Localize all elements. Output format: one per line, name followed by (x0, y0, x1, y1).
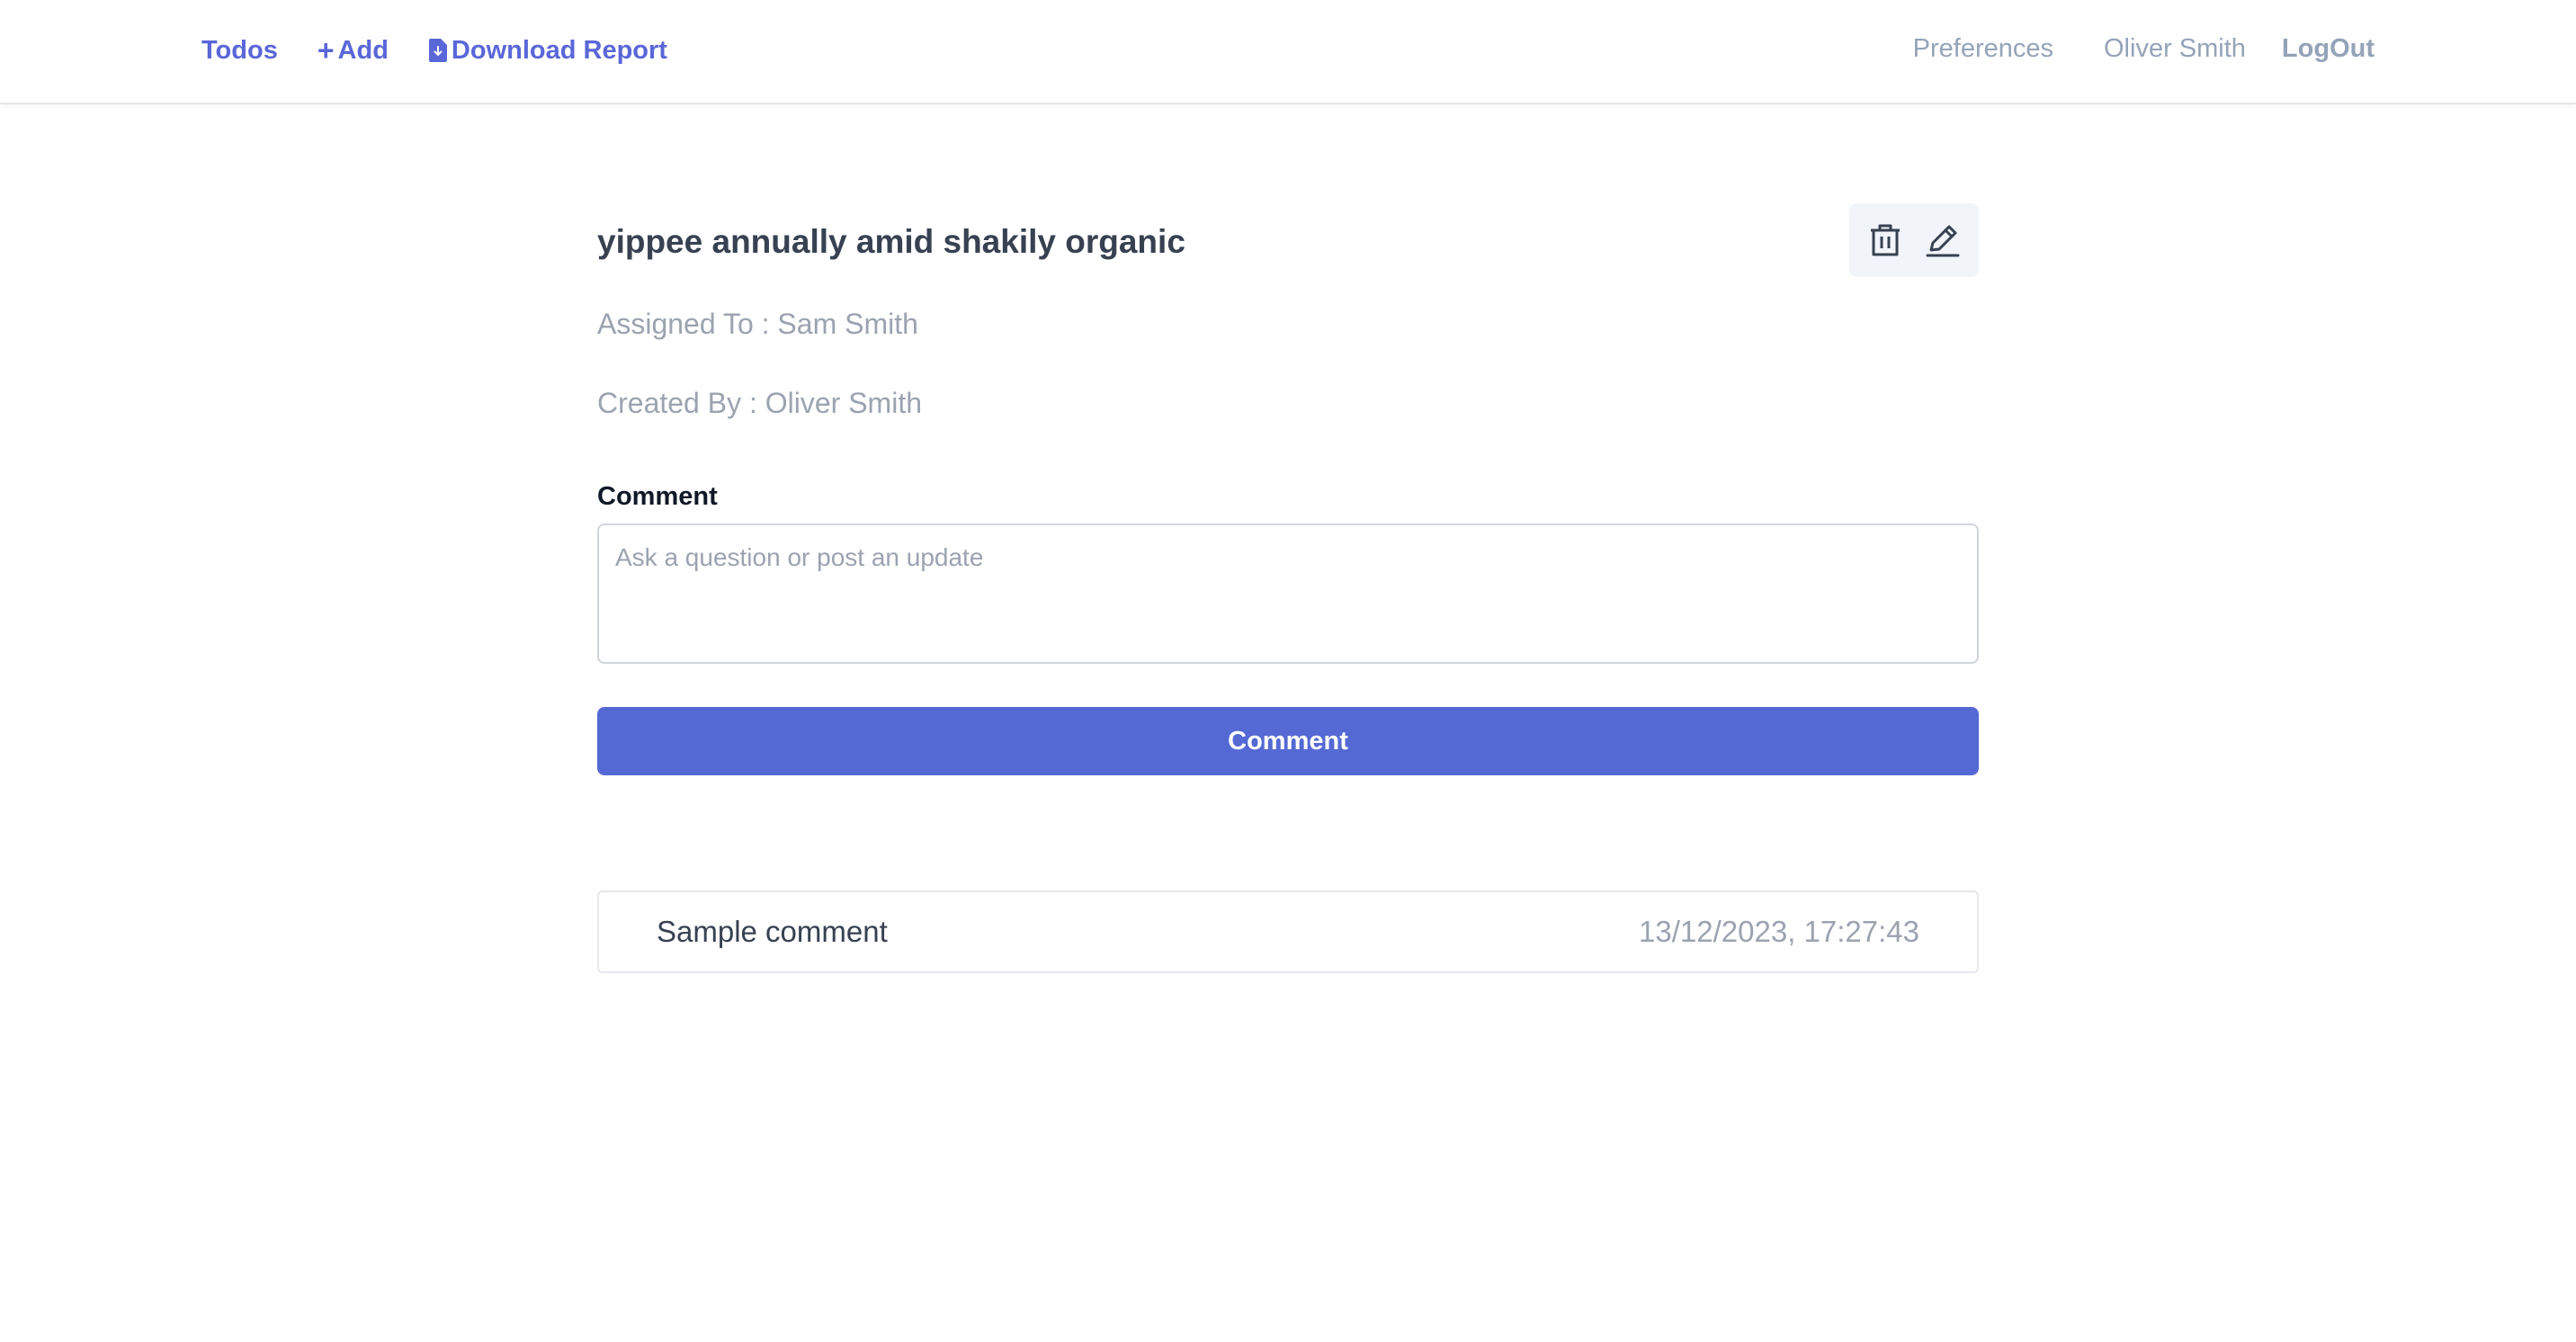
top-navbar: Todos + Add Download Report Preferences … (0, 0, 2576, 104)
comment-label: Comment (597, 482, 718, 511)
nav-todos-link[interactable]: Todos (201, 36, 278, 66)
comment-textarea[interactable] (597, 523, 1979, 664)
nav-right: Preferences Oliver Smith LogOut (1913, 0, 2375, 97)
trash-icon (1871, 224, 1900, 256)
nav-left: Todos + Add Download Report (201, 0, 667, 101)
nav-preferences-link[interactable]: Preferences (1913, 34, 2053, 64)
pencil-icon (1926, 225, 1960, 257)
file-download-icon (428, 39, 447, 62)
delete-button[interactable] (1866, 221, 1904, 259)
comment-timestamp: 13/12/2023, 17:27:43 (1639, 915, 1919, 948)
nav-add-label: Add (337, 35, 389, 65)
plus-icon: + (317, 34, 335, 67)
nav-download-report-link[interactable]: Download Report (428, 36, 667, 66)
title-row: yippee annually amid shakily organic (597, 203, 1979, 277)
todo-title: yippee annually amid shakily organic (597, 223, 1185, 260)
comment-list-item: Sample comment 13/12/2023, 17:27:43 (597, 890, 1979, 973)
edit-button[interactable] (1924, 221, 1962, 259)
nav-logout-link[interactable]: LogOut (2282, 34, 2375, 64)
comment-submit-button[interactable]: Comment (597, 707, 1979, 775)
comment-text: Sample comment (657, 915, 888, 948)
created-by: Created By : Oliver Smith (597, 387, 922, 419)
nav-user-name[interactable]: Oliver Smith (2104, 34, 2246, 64)
todo-detail: yippee annually amid shakily organic Ass… (597, 203, 1979, 973)
nav-add-link[interactable]: + Add (318, 36, 389, 66)
nav-todos-label: Todos (201, 35, 278, 65)
assigned-to: Assigned To : Sam Smith (597, 308, 918, 340)
todo-actions (1849, 203, 1979, 277)
nav-download-label: Download Report (451, 35, 667, 65)
